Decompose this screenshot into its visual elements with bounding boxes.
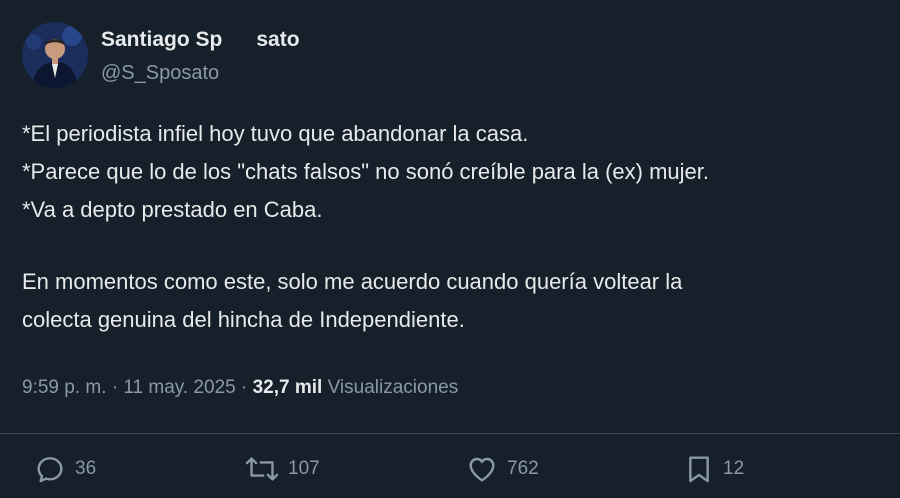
bookmark-icon <box>689 456 709 483</box>
tweet-line: *El periodista infiel hoy tuvo que aband… <box>22 121 529 146</box>
author-handle[interactable]: @S_Sposato <box>101 62 219 85</box>
reply-icon <box>37 457 63 483</box>
like-button[interactable]: 762 <box>466 452 539 486</box>
tweet-line: *Parece que lo de los "chats falsos" no … <box>22 159 709 184</box>
retweet-button[interactable]: 107 <box>245 452 320 486</box>
tweet-line: En momentos como este, solo me acuerdo c… <box>22 269 683 294</box>
views-label[interactable]: Visualizaciones <box>328 377 459 398</box>
reply-button[interactable]: 36 <box>34 452 96 486</box>
bookmark-count: 12 <box>723 458 745 479</box>
avatar[interactable] <box>22 22 88 88</box>
author-name[interactable]: Santiago Sp sato <box>101 28 300 52</box>
tweet-meta: 9:59 p. m. · 11 may. 2025 · 32,7 mil Vis… <box>22 377 458 399</box>
tweet-time[interactable]: 9:59 p. m. <box>22 377 107 398</box>
heart-icon <box>469 457 495 482</box>
meta-separator: · <box>111 377 119 398</box>
like-count: 762 <box>507 458 539 479</box>
author-name-part-1: Santiago Sp <box>101 28 223 51</box>
retweet-icon <box>245 457 279 481</box>
meta-separator: · <box>240 377 248 398</box>
views-count[interactable]: 32,7 mil <box>253 377 323 398</box>
reply-count: 36 <box>75 458 97 479</box>
tweet-line: colecta genuina del hincha de Independie… <box>22 307 465 332</box>
retweet-count: 107 <box>288 458 320 479</box>
tweet-text: *El periodista infiel hoy tuvo que aband… <box>22 115 892 339</box>
divider <box>0 433 900 434</box>
bookmark-button[interactable]: 12 <box>684 452 744 486</box>
avatar-photo <box>22 22 88 88</box>
tweet-line: *Va a depto prestado en Caba. <box>22 197 323 222</box>
tweet-date[interactable]: 11 may. 2025 <box>123 377 235 398</box>
author-name-part-2: sato <box>256 28 300 51</box>
